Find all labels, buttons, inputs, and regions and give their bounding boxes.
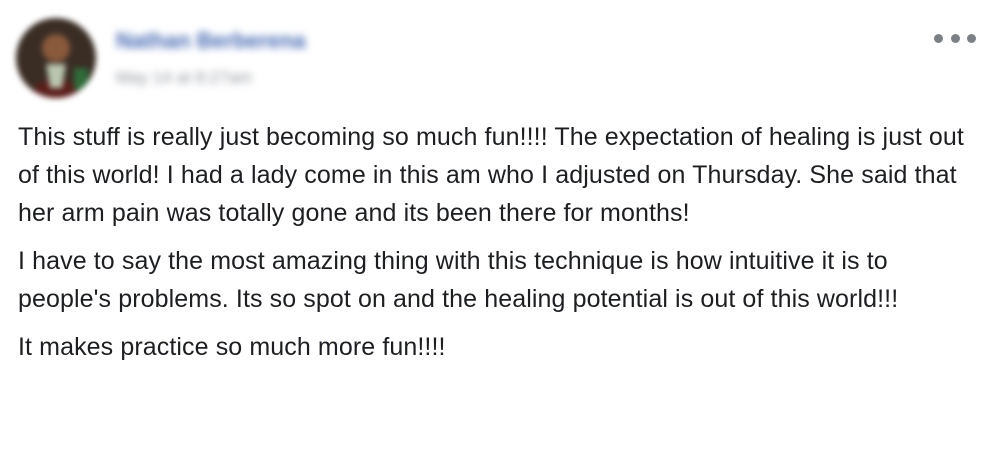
post-paragraph: I have to say the most amazing thing wit… (18, 247, 899, 313)
post-timestamp-link[interactable]: May 14 at 8:27am (116, 68, 252, 88)
avatar[interactable] (16, 18, 96, 98)
post-text: This stuff is really just becoming so mu… (18, 118, 976, 376)
author-name-link[interactable]: Nathan Berberena (116, 28, 306, 54)
more-options-button[interactable] (934, 24, 976, 52)
post-paragraph: This stuff is really just becoming so mu… (18, 123, 964, 227)
ellipsis-dot (950, 33, 960, 43)
ellipsis-horizontal-icon (934, 33, 943, 43)
post-card: Nathan Berberena May 14 at 8:27am This s… (0, 0, 988, 456)
post-paragraph: It makes practice so much more fun!!!! (18, 333, 446, 361)
avatar-image (16, 18, 96, 98)
ellipsis-dot (967, 33, 976, 43)
